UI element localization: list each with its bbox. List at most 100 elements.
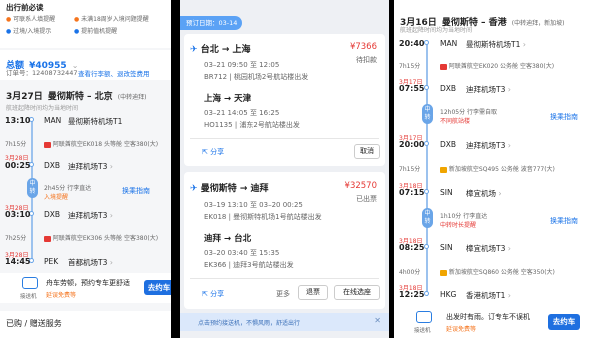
transfer-note: 行李需自取 xyxy=(467,109,498,116)
airline-logo-icon xyxy=(44,141,51,148)
stop-airport[interactable]: 迪拜机场T3 xyxy=(466,141,505,150)
notice-bullet-icon: ● xyxy=(6,16,12,23)
cancel-button[interactable]: 取消 xyxy=(354,144,380,159)
transfer-duration: 12h05分 xyxy=(440,109,466,116)
transfer-extra[interactable]: 中转时长提醒 xyxy=(440,220,476,229)
plane-icon: ✈ xyxy=(190,184,198,194)
transfer-extra[interactable]: 不同航站楼 xyxy=(440,116,470,125)
flight-info[interactable]: 新加坡航空SQ860 xyxy=(449,269,499,276)
route-from: 曼彻斯特 xyxy=(200,184,237,194)
cabin-class: 公务舱 xyxy=(500,269,519,276)
transfer-extra[interactable]: 入境提醒 xyxy=(44,192,68,201)
timeline-dot xyxy=(424,244,429,249)
order-card-2[interactable]: ✈ 曼彻斯特 → 迪拜 ¥32570 已出票 03–19 13:10 至 03–… xyxy=(184,172,385,309)
stop-time: 13:10 xyxy=(5,116,31,125)
route-from: 迪拜 xyxy=(204,234,222,244)
order-status: 已出票 xyxy=(356,195,377,203)
airline-logo-icon xyxy=(440,63,447,70)
route-to: 天津 xyxy=(234,94,252,104)
airline-logo-icon xyxy=(440,166,447,173)
more-link[interactable]: 更多 xyxy=(276,289,290,299)
notice-item[interactable]: 提前值机提醒 xyxy=(81,28,117,35)
flight-info[interactable]: 阿联酋航空EK018 xyxy=(53,141,102,148)
stop-code: HKG xyxy=(440,290,457,299)
chevron-right-icon: › xyxy=(522,40,526,49)
notice-item[interactable]: 过境/入境提示 xyxy=(13,28,51,35)
arrow-icon: → xyxy=(223,234,232,244)
timeline-dot xyxy=(424,85,429,90)
stop-airport[interactable]: 樟宜机场T3 xyxy=(466,244,505,253)
stop-code: DXB xyxy=(440,140,457,149)
pickup-banner: 接送机 舟车劳顿，预约专车更舒适 延误免费等 去约车 xyxy=(0,273,171,303)
timeline-line xyxy=(426,44,428,296)
close-icon[interactable]: ✕ xyxy=(374,316,381,325)
notice-item[interactable]: 可联系人填提醒 xyxy=(13,16,55,23)
order-card-1[interactable]: ✈ 台北 → 上海 ¥7366 待扣款 03–21 09:50 至 12:05 … xyxy=(184,34,385,166)
book-car-button[interactable]: 去约车 xyxy=(548,314,580,330)
arrow-icon: → xyxy=(223,94,232,104)
route-from: 上海 xyxy=(204,94,222,104)
car-icon xyxy=(22,277,38,289)
plane-type: 空客350(大) xyxy=(520,269,555,276)
pickup-tip-bar[interactable]: 点击预约接送机，不惧风雨，舒适出行 ✕ xyxy=(180,313,389,331)
stop-airport[interactable]: 首都机场T3 xyxy=(68,258,107,267)
flight-detail: EK366 | 迪拜3号航站楼出发 xyxy=(204,261,294,269)
stop-airport[interactable]: 曼彻斯特机场T1 xyxy=(466,40,520,49)
arrow-icon: → xyxy=(239,184,248,194)
pickup-label: 接送机 xyxy=(414,328,431,334)
stop-time: 08:25 xyxy=(399,243,425,252)
flight-duration: 7h15分 xyxy=(399,166,421,173)
stop-code: DXB xyxy=(44,210,61,219)
transfer-duration: 2h45分 xyxy=(44,185,66,192)
timeline-dot xyxy=(424,141,429,146)
plane-type: 空客380(大) xyxy=(123,235,159,242)
stop-airport[interactable]: 曼彻斯特机场T1 xyxy=(68,116,122,127)
flight-duration: 7h25分 xyxy=(5,235,27,242)
online-checkin-button[interactable]: 在线选座 xyxy=(334,285,380,300)
stop-time: 20:40 xyxy=(399,39,425,48)
segment-date: 3月27日 xyxy=(6,92,43,102)
notice-item[interactable]: 未满18周岁入境问题提醒 xyxy=(81,16,149,23)
flight-info[interactable]: 阿联酋航空EK306 xyxy=(53,235,102,242)
book-car-button[interactable]: 去约车 xyxy=(144,280,171,295)
car-icon xyxy=(416,311,432,323)
stop-airport[interactable]: 迪拜机场T3 xyxy=(68,211,107,220)
segment-via: (中转迪拜) xyxy=(117,94,147,101)
stop-airport[interactable]: 迪拜机场T3 xyxy=(466,85,505,94)
route-to: 上海 xyxy=(232,45,251,55)
stop-code: DXB xyxy=(440,84,457,93)
baggage-refund-link[interactable]: 查看行李额、退改签费用 xyxy=(78,68,150,78)
transfer-guide-link[interactable]: 换乘指南 xyxy=(122,186,150,196)
transfer-duration: 1h10分 xyxy=(440,213,462,220)
stop-code: SIN xyxy=(440,243,453,252)
pickup-sub: 延误免费等 xyxy=(446,326,477,333)
transfer-note: 行李直达 xyxy=(67,185,92,192)
notice-bullet-icon: ● xyxy=(6,28,12,35)
transfer-note: 行李直达 xyxy=(463,213,488,220)
stop-airport[interactable]: 香港机场T1 xyxy=(466,291,505,300)
timeline-dot xyxy=(424,189,429,194)
stop-airport[interactable]: 迪拜机场T3 xyxy=(68,162,107,171)
segment-via: (中转迪拜，新加坡) xyxy=(511,20,565,27)
stop-airport[interactable]: 樟宜机场 xyxy=(466,189,496,198)
transfer-pill: 中转 xyxy=(27,178,38,198)
flight-info[interactable]: 阿联酋航空EK020 xyxy=(449,63,498,70)
chevron-right-icon: › xyxy=(498,189,502,198)
order-label: 订单号： xyxy=(6,69,32,77)
pickup-text: 出发时有雨。订专车不误机 xyxy=(446,313,530,321)
segment-route: 曼彻斯特 – 北京 xyxy=(47,92,113,102)
flight-detail: EK018 | 曼彻斯特机场1号航站楼出发 xyxy=(204,213,322,221)
share-link[interactable]: 分享 xyxy=(210,290,224,298)
timezone-note: 航班起降时间均为当地时间 xyxy=(400,27,473,34)
transfer-guide-link[interactable]: 换乘指南 xyxy=(550,112,578,122)
plane-type: 空客380(大) xyxy=(519,63,555,70)
transfer-pill: 中转 xyxy=(422,104,433,124)
share-link[interactable]: 分享 xyxy=(210,148,224,156)
flight-detail: BR712 | 桃园机场2号航站楼出发 xyxy=(204,73,309,81)
transfer-guide-link[interactable]: 换乘指南 xyxy=(550,216,578,226)
order-number: 12408732447 xyxy=(32,69,78,77)
chevron-right-icon: › xyxy=(507,141,511,150)
refund-button[interactable]: 退票 xyxy=(298,285,328,300)
stop-code: MAN xyxy=(440,39,458,48)
flight-info[interactable]: 新加坡航空SQ495 xyxy=(449,166,499,173)
